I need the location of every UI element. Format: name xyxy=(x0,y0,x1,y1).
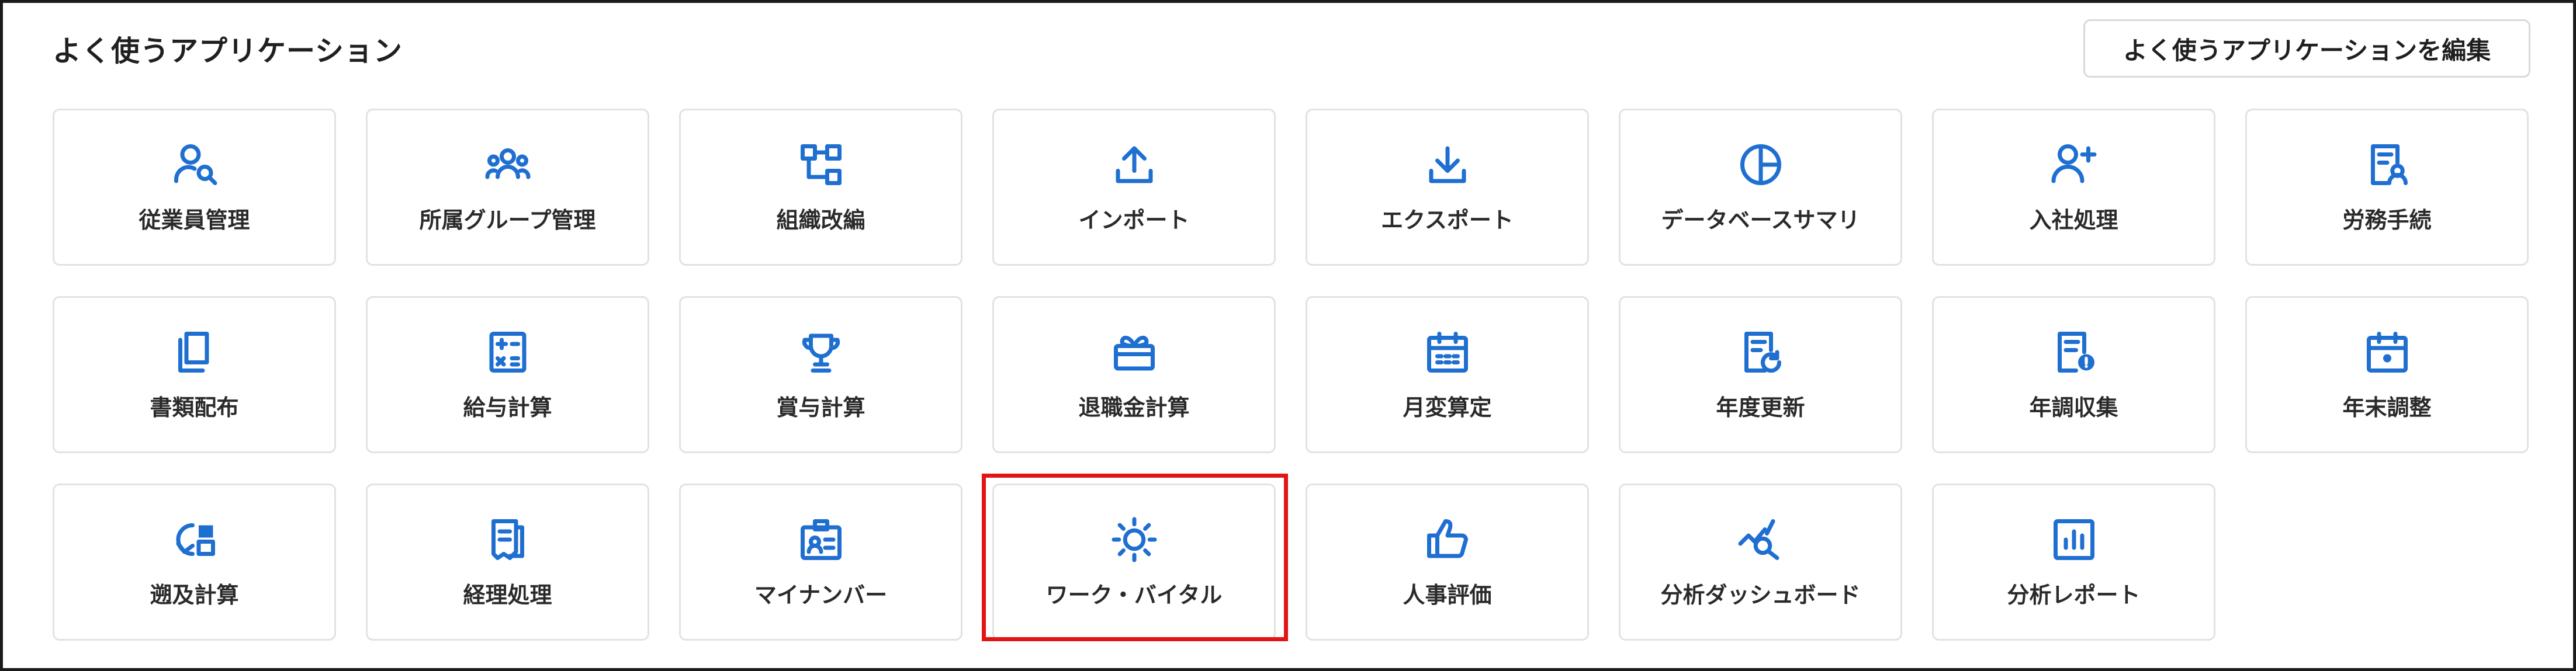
app-tile[interactable]: 経理処理 xyxy=(366,484,649,641)
app-tile-label: 遡及計算 xyxy=(150,582,239,608)
id-card-icon xyxy=(797,515,846,564)
app-tile[interactable]: 分析ダッシュボード xyxy=(1619,484,1902,641)
app-tile[interactable]: 年末調整 xyxy=(2245,296,2529,453)
app-tile-label: 経理処理 xyxy=(463,582,552,608)
app-tile[interactable]: 組織改編 xyxy=(679,109,962,266)
app-tile-label: 入社処理 xyxy=(2029,207,2118,233)
app-tile[interactable]: 所属グループ管理 xyxy=(366,109,649,266)
app-tile-label: マイナンバー xyxy=(754,582,888,608)
app-tile[interactable]: 人事評価 xyxy=(1306,484,1589,641)
app-tile-label: 所属グループ管理 xyxy=(419,207,596,233)
user-search-icon xyxy=(170,140,219,189)
app-tile[interactable]: インポート xyxy=(992,109,1276,266)
bar-chart-icon xyxy=(2049,515,2099,564)
retro-calc-icon xyxy=(170,515,219,564)
app-tile[interactable]: 賞与計算 xyxy=(679,296,962,453)
app-tile[interactable]: 入社処理 xyxy=(1932,109,2215,266)
app-tile[interactable]: 給与計算 xyxy=(366,296,649,453)
app-tile[interactable]: マイナンバー xyxy=(679,484,962,641)
app-tile-label: 年調収集 xyxy=(2029,395,2118,420)
app-tile-label: 書類配布 xyxy=(150,395,239,420)
app-tile-label: ワーク・バイタル xyxy=(1045,582,1223,608)
org-chart-icon xyxy=(797,140,846,189)
document-refresh-icon xyxy=(1736,328,1785,377)
trophy-icon xyxy=(797,328,846,377)
app-tile-label: 給与計算 xyxy=(463,395,552,420)
document-user-icon xyxy=(2363,140,2412,189)
app-tile-label: エクスポート xyxy=(1381,207,1514,233)
group-icon xyxy=(483,140,532,189)
download-icon xyxy=(1423,140,1472,189)
app-tile-label: 分析レポート xyxy=(2007,582,2141,608)
pie-chart-icon xyxy=(1736,140,1785,189)
app-tile-label: 賞与計算 xyxy=(776,395,865,420)
sun-icon xyxy=(1110,515,1159,564)
documents-icon xyxy=(170,328,219,377)
app-tile-label: データベースサマリ xyxy=(1661,207,1860,233)
app-tile[interactable]: 年度更新 xyxy=(1619,296,1902,453)
upload-icon xyxy=(1110,140,1159,189)
app-tile-label: 年末調整 xyxy=(2342,395,2432,420)
app-tile[interactable]: 分析レポート xyxy=(1932,484,2215,641)
app-tile[interactable]: 年調収集 xyxy=(1932,296,2215,453)
app-tile-label: 組織改編 xyxy=(776,207,865,233)
app-tile-label: 月変算定 xyxy=(1403,395,1492,420)
thumbs-up-icon xyxy=(1423,515,1472,564)
app-tile-label: 従業員管理 xyxy=(139,207,250,233)
app-tile[interactable]: 退職金計算 xyxy=(992,296,1276,453)
app-tile[interactable]: 月変算定 xyxy=(1306,296,1589,453)
analytics-search-icon xyxy=(1736,515,1785,564)
gift-box-icon xyxy=(1110,328,1159,377)
section-title: よく使うアプリケーション xyxy=(53,34,403,68)
app-tile[interactable]: 従業員管理 xyxy=(53,109,336,266)
calendar-grid-icon xyxy=(1423,328,1472,377)
app-tile[interactable]: ワーク・バイタル xyxy=(992,484,1276,641)
app-tile-label: インポート xyxy=(1078,207,1190,233)
calendar-dot-icon xyxy=(2363,328,2412,377)
app-tile[interactable]: 書類配布 xyxy=(53,296,336,453)
receipt-icon xyxy=(483,515,532,564)
app-tile-label: 退職金計算 xyxy=(1078,395,1190,420)
calculator-icon xyxy=(483,328,532,377)
app-tile[interactable]: 労務手続 xyxy=(2245,109,2529,266)
edit-favorites-button[interactable]: よく使うアプリケーションを編集 xyxy=(2083,19,2530,78)
app-tile[interactable]: データベースサマリ xyxy=(1619,109,1902,266)
app-tile-label: 分析ダッシュボード xyxy=(1660,582,1861,608)
app-tile-label: 人事評価 xyxy=(1403,582,1492,608)
app-tile[interactable]: エクスポート xyxy=(1306,109,1589,266)
app-tile-label: 年度更新 xyxy=(1716,395,1805,420)
user-add-icon xyxy=(2049,140,2099,189)
app-tile-label: 労務手続 xyxy=(2342,207,2432,233)
app-tile[interactable]: 遡及計算 xyxy=(53,484,336,641)
app-grid: 従業員管理 所属グループ管理 組織改編 インポート エクスポート データベースサマリ 入社処… xyxy=(53,109,2529,641)
document-badge-icon xyxy=(2049,328,2099,377)
